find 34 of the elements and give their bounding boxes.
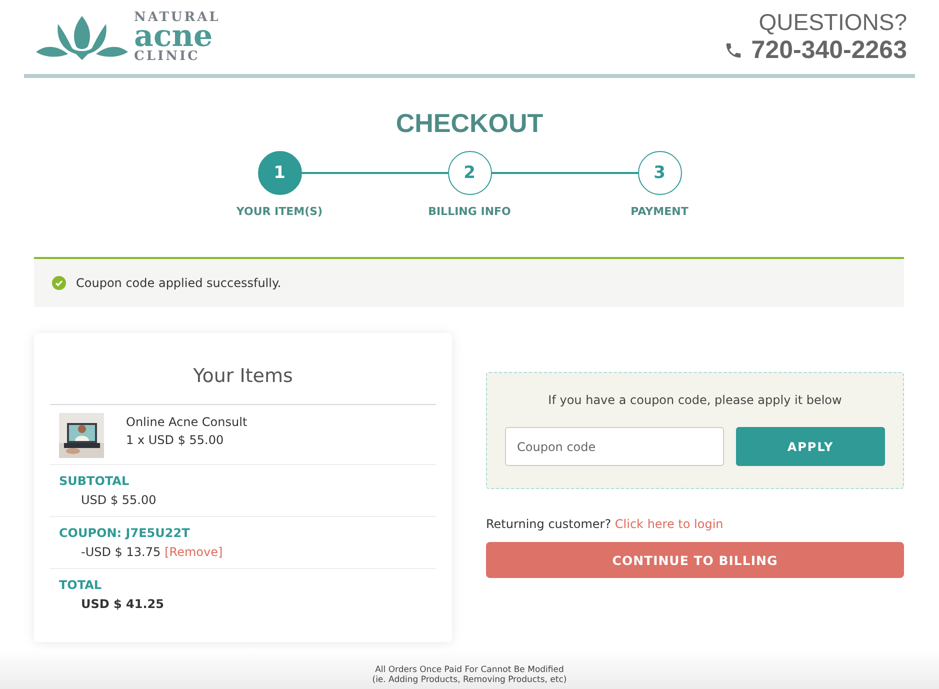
step-label: BILLING INFO xyxy=(428,205,511,218)
summary-label: TOTAL xyxy=(59,578,103,592)
footer-note: (ie. Adding Products, Removing Products, etc) xyxy=(372,676,567,686)
returning-customer-text: Returning customer? Click here to login xyxy=(486,517,724,531)
coupon-prompt: If you have a coupon code, please apply it below xyxy=(548,393,842,407)
summary-label: COUPON: J7E5U22T xyxy=(59,526,191,540)
step-circle: 2 xyxy=(448,151,492,195)
summary-value: USD $ 55.00 xyxy=(81,493,156,507)
summary-value: -USD $ 13.75 xyxy=(81,545,161,559)
step-circle: 1 xyxy=(258,151,302,195)
lotus-logo-icon xyxy=(36,14,128,60)
step-label: PAYMENT xyxy=(630,205,688,218)
login-link[interactable]: Click here to login xyxy=(614,517,724,531)
apply-button[interactable]: APPLY xyxy=(736,427,885,466)
coupon-input[interactable]: Coupon code xyxy=(505,427,724,466)
step-label: YOUR ITEM(S) xyxy=(236,205,323,218)
phone-icon xyxy=(724,41,744,60)
questions-heading: QUESTIONS? xyxy=(758,9,907,36)
product-name: Online Acne Consult xyxy=(126,415,248,429)
footer-note: All Orders Once Paid For Cannot Be Modified xyxy=(375,666,564,676)
phone-number: 720-340-2263 xyxy=(751,36,907,65)
logo-text: NATURAL xyxy=(134,11,220,24)
product-price: 1 x USD $ 55.00 xyxy=(126,433,225,447)
summary-value: USD $ 41.25 xyxy=(81,597,164,611)
check-icon xyxy=(52,276,66,290)
alert-message: Coupon code applied successfully. xyxy=(76,276,282,290)
remove-link[interactable]: [Remove] xyxy=(164,545,223,559)
logo-text: acne xyxy=(134,24,213,50)
summary-label: SUBTOTAL xyxy=(59,474,130,488)
step-circle: 3 xyxy=(638,151,682,195)
continue-button[interactable]: CONTINUE TO BILLING xyxy=(486,542,904,578)
page-title: CHECKOUT xyxy=(394,108,544,139)
card-title: Your Items xyxy=(192,365,294,387)
logo-text: CLINIC xyxy=(134,50,201,63)
